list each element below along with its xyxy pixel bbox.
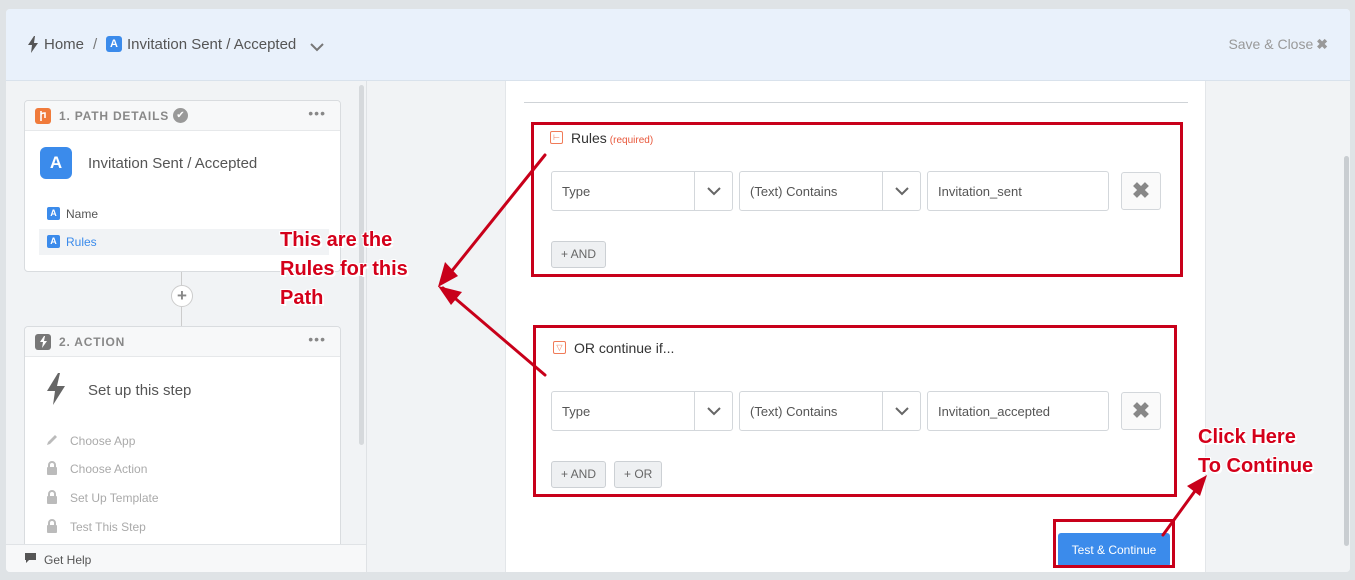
app-icon: A (40, 147, 72, 179)
more-options-icon[interactable]: ••• (308, 331, 326, 347)
chevron-down-icon[interactable] (882, 392, 920, 430)
main-scrollbar[interactable] (1344, 156, 1349, 546)
select-value: Type (562, 184, 591, 199)
step-title: 2. ACTION (59, 335, 126, 349)
sidebar-item-label: Rules (66, 235, 97, 249)
sidebar-item-name[interactable]: A Name (39, 201, 329, 227)
step-name: Invitation Sent / Accepted (88, 155, 258, 172)
select-value: (Text) Contains (750, 404, 838, 419)
lock-icon (45, 490, 59, 508)
input-value: Invitation_accepted (938, 404, 1051, 419)
sidebar: 1. PATH DETAILS ✔ ••• A Invitation Sent … (6, 81, 366, 572)
filter-icon: ▽ (553, 341, 566, 354)
bolt-icon (27, 36, 39, 58)
rule1-operator-select[interactable]: (Text) Contains (739, 171, 921, 211)
add-or-button[interactable]: + OR (614, 461, 663, 488)
breadcrumb-title[interactable]: Invitation Sent / Accepted (127, 36, 296, 53)
get-help-button[interactable]: Get Help (6, 544, 366, 572)
close-icon: ✖ (1131, 178, 1151, 203)
paths-icon (35, 108, 51, 124)
divider (524, 102, 1188, 103)
chevron-down-icon[interactable] (694, 172, 732, 210)
chevron-down-icon[interactable] (694, 392, 732, 430)
annotation-line: Rules for this (280, 258, 408, 280)
connector-line (181, 272, 182, 285)
lock-icon (45, 519, 59, 537)
remove-rule-button[interactable]: ✖ (1121, 392, 1161, 430)
more-options-icon[interactable]: ••• (308, 105, 326, 121)
sidebar-item-label: Name (66, 207, 99, 221)
breadcrumb-home[interactable]: Home (44, 36, 84, 53)
test-continue-button[interactable]: Test & Continue (1058, 533, 1170, 567)
required-label: (required) (609, 135, 654, 146)
close-icon: ✖ (1316, 36, 1328, 52)
app-mini-icon: A (47, 207, 60, 220)
rule2-field-select[interactable]: Type (551, 391, 733, 431)
step-name: Set up this step (88, 382, 192, 399)
connector-line (181, 307, 182, 326)
annotation-rules-note: This are the Rules for this Path (280, 226, 408, 313)
top-bar: Home / A Invitation Sent / Accepted Save… (6, 9, 1350, 81)
add-step-button[interactable]: + (171, 285, 193, 307)
get-help-label: Get Help (44, 553, 92, 567)
sidebar-item-label: Set Up Template (70, 491, 159, 505)
select-value: (Text) Contains (750, 184, 838, 199)
app-window: Home / A Invitation Sent / Accepted Save… (6, 9, 1350, 572)
bolt-icon (45, 373, 67, 410)
annotation-line: Click Here (1198, 426, 1296, 448)
bolt-icon (35, 334, 51, 350)
rule1-value-input[interactable]: Invitation_sent (927, 171, 1109, 211)
step-card-header: 2. ACTION ••• (25, 327, 340, 357)
rule1-field-select[interactable]: Type (551, 171, 733, 211)
select-value: Type (562, 404, 591, 419)
pencil-icon (45, 433, 59, 450)
breadcrumb-separator: / (93, 36, 98, 53)
annotation-line: To Continue (1198, 455, 1314, 477)
annotation-line: Path (280, 287, 324, 309)
remove-rule-button[interactable]: ✖ (1121, 172, 1161, 210)
sidebar-item-label: Test This Step (70, 520, 146, 534)
rules-title-row: Rules (required) (571, 130, 653, 146)
rules-panel: ⊢ Rules (required) Type (Text) Contains I… (505, 81, 1206, 572)
sidebar-item-label: Choose Action (70, 462, 148, 476)
save-close-label: Save & Close (1228, 36, 1314, 52)
app-mini-icon: A (47, 235, 60, 248)
add-and-button[interactable]: + AND (551, 241, 607, 268)
rules-title: Rules (571, 130, 607, 146)
close-icon: ✖ (1131, 398, 1151, 423)
check-icon: ✔ (173, 108, 188, 123)
add-and-button[interactable]: + AND (551, 461, 607, 488)
save-close-button[interactable]: Save & Close ✖ (1228, 36, 1328, 53)
chevron-down-icon[interactable] (882, 172, 920, 210)
app-badge-icon: A (106, 36, 122, 52)
annotation-continue-note: Click Here To Continue (1198, 423, 1313, 481)
sidebar-item-label: Choose App (70, 434, 136, 448)
rule2-value-input[interactable]: Invitation_accepted (927, 391, 1109, 431)
step-card-action[interactable]: 2. ACTION ••• Set up this step Choose Ap… (24, 326, 341, 546)
step-title: 1. PATH DETAILS (59, 109, 170, 123)
filter-rule-icon: ⊢ (550, 131, 563, 144)
lock-icon (45, 461, 59, 479)
annotation-line: This are the (280, 229, 393, 251)
chevron-down-icon[interactable] (310, 39, 324, 57)
main-editor: ⊢ Rules (required) Type (Text) Contains I… (366, 81, 1350, 572)
or-title: OR continue if... (574, 340, 675, 356)
chat-icon (24, 552, 37, 567)
step-card-header: 1. PATH DETAILS ✔ ••• (25, 101, 340, 131)
rule2-operator-select[interactable]: (Text) Contains (739, 391, 921, 431)
input-value: Invitation_sent (938, 184, 1022, 199)
